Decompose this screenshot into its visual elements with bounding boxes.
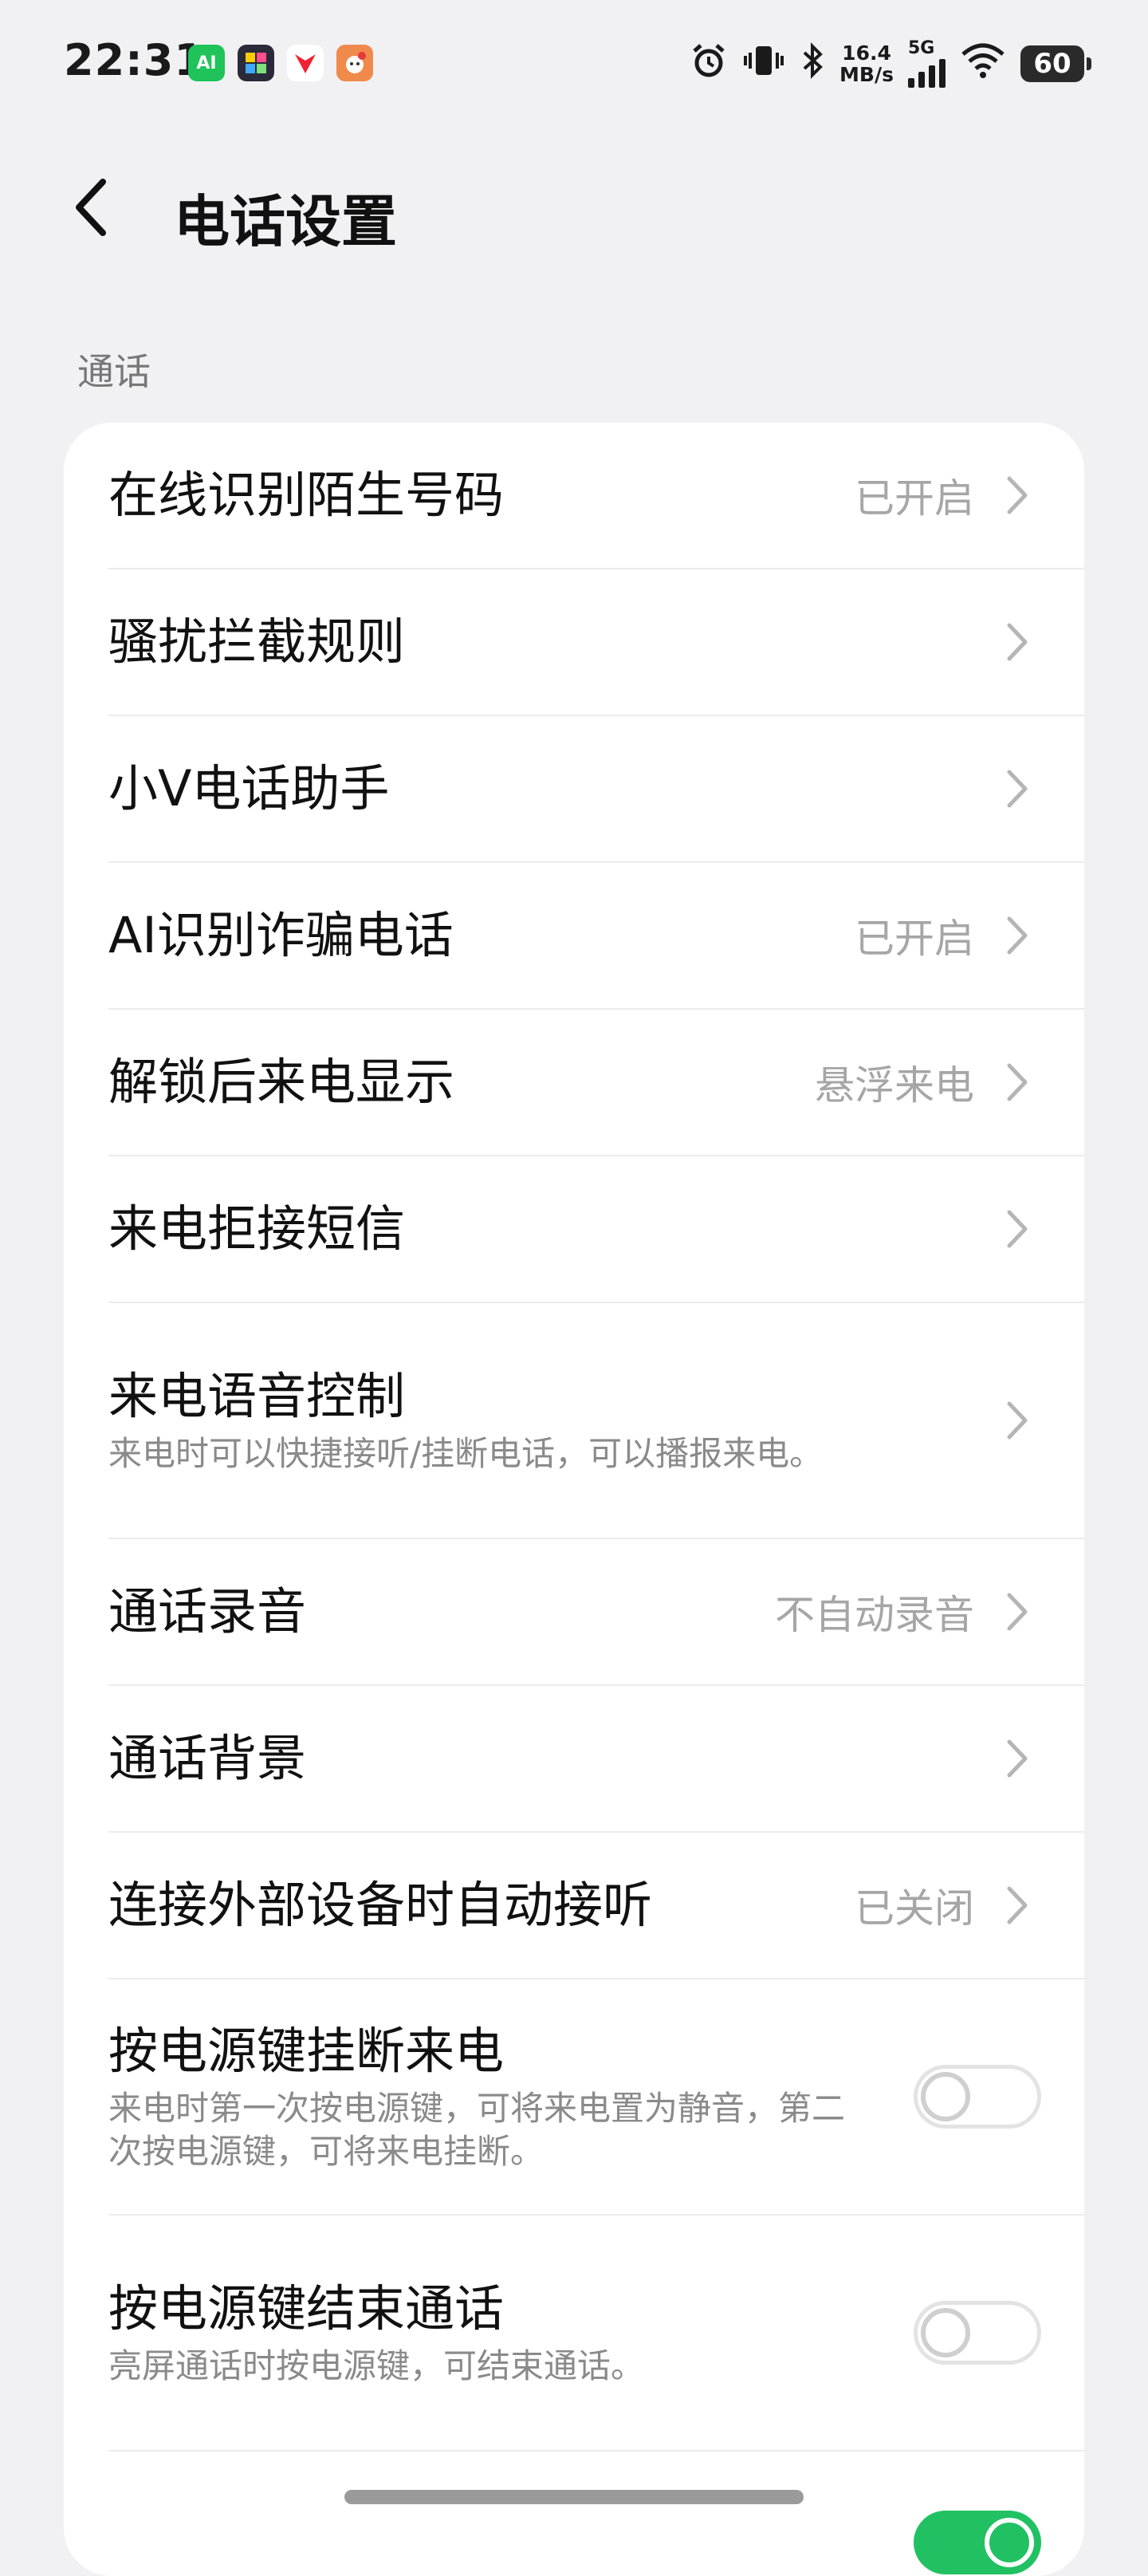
- ai-app-icon: AI: [188, 45, 225, 81]
- toggle-knob: [985, 2518, 1034, 2567]
- setting-unlocked-call-display[interactable]: 解锁后来电显示 悬浮来电: [108, 1010, 1084, 1156]
- red-arrow-app-icon: [287, 45, 324, 81]
- status-indicators: 16.4 MB/s 5G 60: [690, 40, 1091, 88]
- power-key-end-call-toggle[interactable]: [914, 2301, 1041, 2365]
- mascot-app-icon: [336, 45, 373, 81]
- setting-value: 已开启: [855, 475, 974, 522]
- setting-title: 来电拒接短信: [108, 1199, 406, 1258]
- next-setting-toggle[interactable]: [914, 2511, 1041, 2574]
- setting-title: 通话录音: [108, 1582, 307, 1641]
- chevron-right-icon: [993, 1058, 1041, 1106]
- setting-ai-fraud-detection[interactable]: AI识别诈骗电话 已开启: [108, 863, 1084, 1010]
- section-label-calls: 通话: [77, 350, 151, 393]
- chevron-right-icon: [993, 1205, 1041, 1253]
- status-bar: 22:31 AI 16.4 MB/s 5G 60: [0, 0, 1148, 132]
- setting-subtitle: 来电时可以快捷接听/挂断电话，可以播报来电。: [108, 1434, 824, 1473]
- home-indicator[interactable]: [344, 2490, 804, 2504]
- setting-harassment-rules[interactable]: 骚扰拦截规则: [108, 569, 1084, 716]
- chevron-left-icon: [76, 179, 106, 236]
- chevron-right-icon: [993, 912, 1041, 959]
- setting-value: 已关闭: [855, 1885, 974, 1932]
- page-header: 电话设置: [0, 152, 1148, 263]
- cellular-signal: 5G: [908, 40, 946, 88]
- setting-auto-answer-external[interactable]: 连接外部设备时自动接听 已关闭: [108, 1833, 1084, 1979]
- setting-call-recording[interactable]: 通话录音 不自动录音: [108, 1539, 1084, 1686]
- setting-reject-sms[interactable]: 来电拒接短信: [108, 1156, 1084, 1303]
- setting-title: AI识别诈骗电话: [108, 906, 454, 964]
- chevron-right-icon: [993, 1881, 1041, 1929]
- network-speed: 16.4 MB/s: [839, 41, 894, 86]
- setting-call-assistant[interactable]: 小V电话助手: [108, 716, 1084, 863]
- setting-voice-control[interactable]: 来电语音控制 来电时可以快捷接听/挂断电话，可以播报来电。: [108, 1303, 1084, 1539]
- chevron-right-icon: [993, 1396, 1041, 1444]
- chevron-right-icon: [993, 471, 1041, 519]
- back-button[interactable]: [56, 171, 128, 243]
- chevron-right-icon: [993, 1735, 1041, 1782]
- battery-icon: 60: [1020, 45, 1091, 82]
- setting-call-background[interactable]: 通话背景: [108, 1686, 1084, 1833]
- notification-app-icons: AI: [188, 45, 373, 81]
- setting-subtitle: 来电时第一次按电源键，可将来电置为静音，第二次按电源键，可将来电挂断。: [108, 2089, 846, 2171]
- bluetooth-icon: [800, 41, 825, 86]
- setting-subtitle: 亮屏通话时按电源键，可结束通话。: [108, 2346, 645, 2385]
- setting-title: 连接外部设备时自动接听: [108, 1876, 653, 1934]
- alarm-icon: [690, 41, 728, 86]
- setting-online-caller-id[interactable]: 在线识别陌生号码 已开启: [108, 423, 1084, 569]
- vibrate-icon: [742, 41, 785, 86]
- chevron-right-icon: [993, 765, 1041, 813]
- setting-title: 在线识别陌生号码: [108, 466, 505, 524]
- colorful-app-icon: [238, 45, 274, 81]
- setting-title: 按电源键挂断来电: [108, 2022, 505, 2080]
- setting-title: 解锁后来电显示: [108, 1053, 455, 1111]
- power-key-reject-toggle[interactable]: [914, 2065, 1041, 2129]
- setting-title: 按电源键结束通话: [108, 2279, 505, 2338]
- setting-power-key-reject: 按电源键挂断来电 来电时第一次按电源键，可将来电置为静音，第二次按电源键，可将来…: [108, 1979, 1084, 2216]
- setting-title: 来电语音控制: [108, 1367, 406, 1425]
- chevron-right-icon: [993, 618, 1041, 666]
- setting-title: 骚扰拦截规则: [108, 612, 406, 671]
- wifi-icon: [960, 41, 1006, 86]
- toggle-knob: [921, 2308, 970, 2357]
- status-time: 22:31: [64, 35, 205, 85]
- page-title: 电话设置: [174, 189, 397, 254]
- chevron-right-icon: [993, 1588, 1041, 1636]
- signal-bars-icon: [908, 57, 946, 88]
- setting-value: 悬浮来电: [815, 1062, 974, 1109]
- settings-card: 在线识别陌生号码 已开启 骚扰拦截规则 小V电话助手 AI识别诈骗电话 已开启 …: [64, 423, 1084, 2576]
- setting-value: 已开启: [855, 916, 974, 962]
- setting-title: 小V电话助手: [108, 759, 390, 817]
- toggle-knob: [921, 2072, 970, 2121]
- setting-title: 通话背景: [108, 1729, 307, 1787]
- setting-power-key-end-call: 按电源键结束通话 亮屏通话时按电源键，可结束通话。: [108, 2216, 1084, 2452]
- setting-value: 不自动录音: [775, 1592, 974, 1638]
